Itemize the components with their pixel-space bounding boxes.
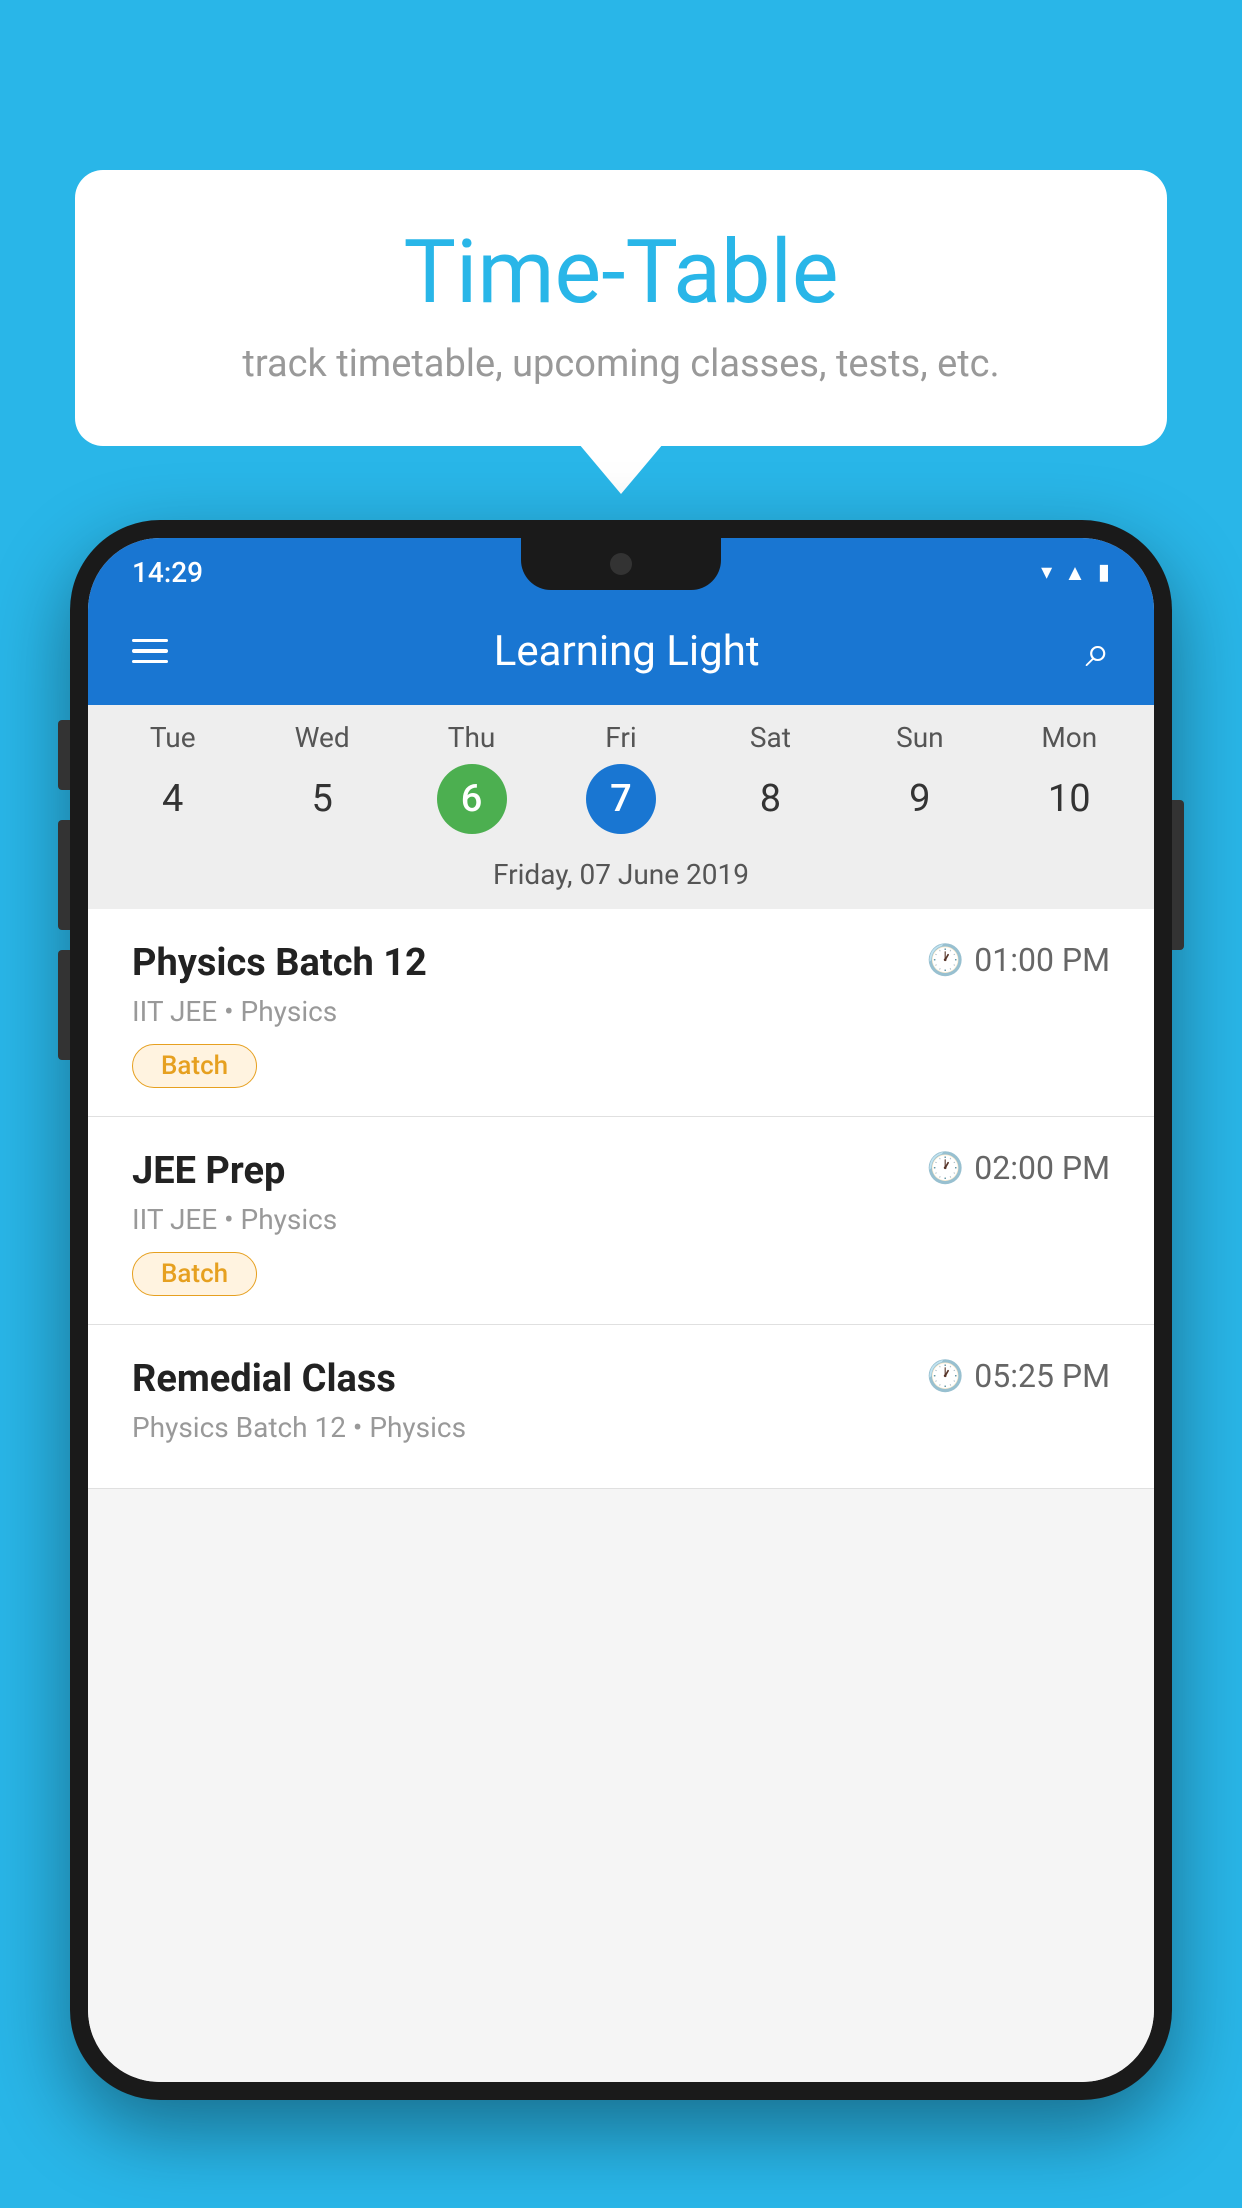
phone-button-left-top xyxy=(58,720,70,790)
menu-line-2 xyxy=(132,649,168,653)
day-cell[interactable]: 10 xyxy=(995,764,1144,834)
phone-camera xyxy=(610,553,632,575)
day-header: Sun xyxy=(845,721,994,754)
status-icons: ▾ ▲ ▮ xyxy=(1041,560,1110,586)
tooltip-subtitle: track timetable, upcoming classes, tests… xyxy=(135,342,1107,386)
day-cell[interactable]: 4 xyxy=(98,764,247,834)
hamburger-menu-button[interactable] xyxy=(132,639,168,664)
phone-button-volume-up xyxy=(58,820,70,930)
calendar-strip: TueWedThuFriSatSunMon 4 5 6 7 8 9 10 Friday, 0… xyxy=(88,705,1154,909)
day-number: 10 xyxy=(1048,764,1091,834)
day-number: 7 xyxy=(586,764,656,834)
app-bar-title: Learning Light xyxy=(494,627,760,676)
schedule-item[interactable]: Remedial Class 🕐 05:25 PM Physics Batch … xyxy=(88,1325,1154,1489)
day-headers: TueWedThuFriSatSunMon xyxy=(88,705,1154,758)
day-header: Thu xyxy=(397,721,546,754)
wifi-icon: ▾ xyxy=(1041,560,1052,585)
day-header: Mon xyxy=(995,721,1144,754)
batch-badge: Batch xyxy=(132,1044,257,1088)
schedule-item-time: 🕐 02:00 PM xyxy=(927,1149,1110,1187)
phone-button-volume-down xyxy=(58,950,70,1060)
clock-icon: 🕐 xyxy=(927,1151,964,1186)
phone-notch xyxy=(521,538,721,590)
day-number: 9 xyxy=(909,764,930,834)
clock-icon: 🕐 xyxy=(927,1359,964,1394)
status-time: 14:29 xyxy=(132,556,203,589)
batch-badge: Batch xyxy=(132,1252,257,1296)
day-header: Fri xyxy=(546,721,695,754)
day-cell[interactable]: 9 xyxy=(845,764,994,834)
phone-frame: 14:29 ▾ ▲ ▮ Learning Light ⌕ xyxy=(70,520,1172,2100)
schedule-item-title: Remedial Class xyxy=(132,1357,396,1401)
schedule-item-time: 🕐 05:25 PM xyxy=(927,1357,1110,1395)
day-header: Wed xyxy=(247,721,396,754)
tooltip-title: Time-Table xyxy=(135,225,1107,322)
schedule-item-subtitle: IIT JEE • Physics xyxy=(132,995,1110,1028)
day-header: Sat xyxy=(696,721,845,754)
schedule-item[interactable]: Physics Batch 12 🕐 01:00 PM IIT JEE • Ph… xyxy=(88,909,1154,1117)
day-number: 6 xyxy=(437,764,507,834)
schedule-item-header: Physics Batch 12 🕐 01:00 PM xyxy=(132,941,1110,985)
schedule-item[interactable]: JEE Prep 🕐 02:00 PM IIT JEE • Physics Ba… xyxy=(88,1117,1154,1325)
schedule-item-time: 🕐 01:00 PM xyxy=(927,941,1110,979)
schedule-item-header: Remedial Class 🕐 05:25 PM xyxy=(132,1357,1110,1401)
schedule-item-subtitle: Physics Batch 12 • Physics xyxy=(132,1411,1110,1444)
day-cell[interactable]: 6 xyxy=(397,764,546,834)
tooltip-card: Time-Table track timetable, upcoming cla… xyxy=(75,170,1167,446)
selected-date: Friday, 07 June 2019 xyxy=(88,848,1154,909)
schedule-item-subtitle: IIT JEE • Physics xyxy=(132,1203,1110,1236)
phone-button-power xyxy=(1172,800,1184,950)
battery-icon: ▮ xyxy=(1098,560,1110,585)
schedule-item-header: JEE Prep 🕐 02:00 PM xyxy=(132,1149,1110,1193)
phone-screen: 14:29 ▾ ▲ ▮ Learning Light ⌕ xyxy=(88,538,1154,2082)
day-header: Tue xyxy=(98,721,247,754)
phone-wrapper: 14:29 ▾ ▲ ▮ Learning Light ⌕ xyxy=(70,520,1172,2208)
day-number: 8 xyxy=(760,764,781,834)
signal-icon: ▲ xyxy=(1064,560,1086,586)
schedule-item-title: Physics Batch 12 xyxy=(132,941,427,985)
day-numbers: 4 5 6 7 8 9 10 xyxy=(88,758,1154,848)
menu-line-1 xyxy=(132,639,168,643)
search-icon[interactable]: ⌕ xyxy=(1085,625,1110,677)
day-number: 4 xyxy=(162,764,183,834)
schedule-item-title: JEE Prep xyxy=(132,1149,285,1193)
schedule-list: Physics Batch 12 🕐 01:00 PM IIT JEE • Ph… xyxy=(88,909,1154,2082)
day-cell[interactable]: 5 xyxy=(247,764,396,834)
clock-icon: 🕐 xyxy=(927,943,964,978)
menu-line-3 xyxy=(132,660,168,664)
day-cell[interactable]: 7 xyxy=(546,764,695,834)
day-cell[interactable]: 8 xyxy=(696,764,845,834)
app-bar: Learning Light ⌕ xyxy=(88,603,1154,705)
day-number: 5 xyxy=(311,764,332,834)
